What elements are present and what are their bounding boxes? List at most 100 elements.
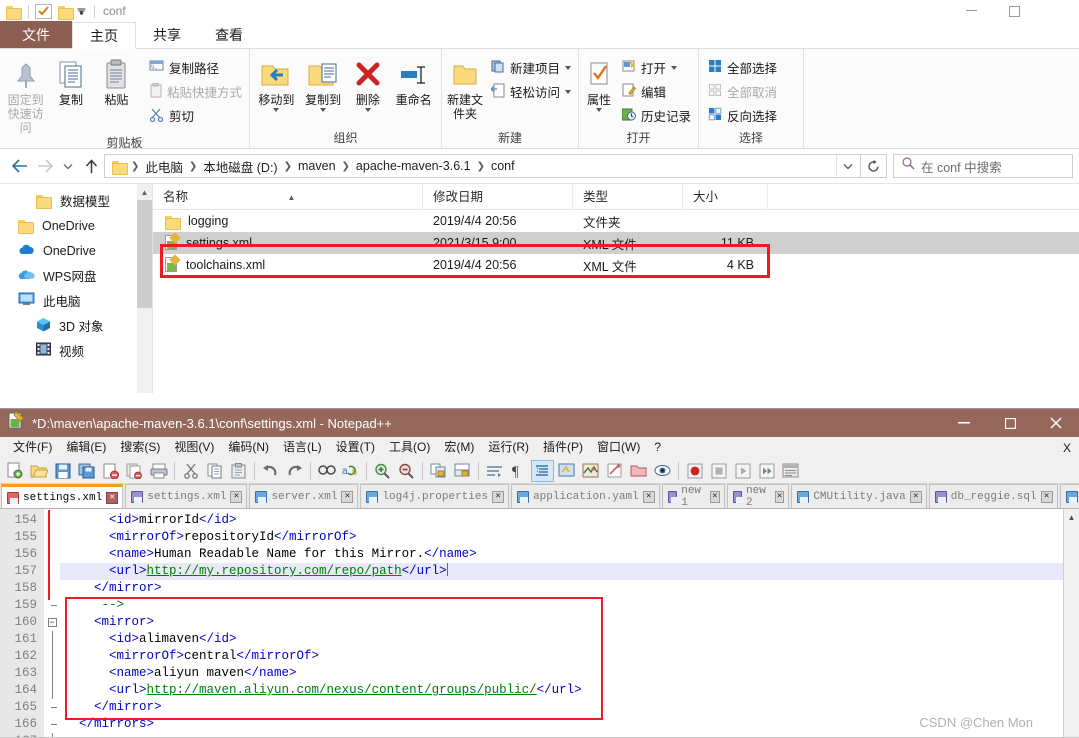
copy-path-button[interactable]: \\.. 复制路径: [146, 57, 245, 78]
column-header-size[interactable]: 大小: [683, 183, 768, 210]
code-line[interactable]: <name>Human Readable Name for this Mirro…: [60, 546, 1079, 563]
record-macro-icon[interactable]: [683, 460, 706, 482]
indent-guide-icon[interactable]: [531, 459, 554, 482]
nav-item-data-model[interactable]: 数据模型: [0, 188, 152, 213]
table-row[interactable]: logging 2019/4/4 20:56 文件夹: [153, 210, 1079, 232]
doc-map-icon[interactable]: [579, 460, 602, 482]
scroll-up-arrow-icon[interactable]: ▲: [137, 184, 152, 200]
select-all-button[interactable]: 全部选择: [705, 57, 780, 78]
forward-button[interactable]: [32, 153, 58, 179]
column-header-name[interactable]: ▲ 名称: [153, 183, 423, 210]
npp-tab-new-2[interactable]: new 2 ✕: [726, 484, 790, 508]
rename-button[interactable]: 重命名: [390, 53, 437, 107]
chevron-down-icon-5[interactable]: [565, 89, 571, 94]
nav-item-this-pc[interactable]: 此电脑: [0, 288, 152, 313]
monitor-icon[interactable]: [651, 460, 674, 482]
close-tab-icon[interactable]: ✕: [106, 491, 119, 504]
close-tab-icon[interactable]: ✕: [642, 490, 655, 503]
show-all-chars-icon[interactable]: ¶: [507, 460, 530, 482]
checkmark-icon[interactable]: [35, 3, 52, 19]
redo-icon[interactable]: [283, 460, 306, 482]
chevron-down-icon-4[interactable]: [565, 65, 571, 70]
address-dropdown-icon[interactable]: [836, 155, 858, 177]
menu-file[interactable]: 文件(F): [6, 437, 59, 458]
breadcrumb-maven[interactable]: maven: [293, 159, 341, 173]
code-line[interactable]: <mirrorOf>repositoryId</mirrorOf>: [60, 529, 1079, 546]
menu-settings[interactable]: 设置(T): [329, 437, 382, 458]
breadcrumb-conf[interactable]: conf: [486, 159, 520, 173]
code-line[interactable]: <mirror>: [60, 614, 1079, 631]
cut-icon[interactable]: [179, 460, 202, 482]
edit-button[interactable]: 编辑: [619, 81, 694, 102]
fold-marker[interactable]: −: [44, 614, 60, 631]
chevron-down-icon-3[interactable]: [364, 108, 371, 112]
history-button[interactable]: 历史记录: [619, 105, 694, 126]
refresh-button[interactable]: [861, 154, 887, 178]
breadcrumb-this-pc[interactable]: 此电脑: [140, 157, 188, 176]
search-box[interactable]: 在 conf 中搜索: [893, 154, 1073, 178]
code-line[interactable]: -->: [60, 597, 1079, 614]
menu-run[interactable]: 运行(R): [481, 437, 536, 458]
undo-icon[interactable]: [259, 460, 282, 482]
notepadpp-title-bar[interactable]: *D:\maven\apache-maven-3.6.1\conf\settin…: [0, 409, 1079, 437]
npp-tab-new-1[interactable]: new 1 ✕: [661, 484, 725, 508]
close-all-icon[interactable]: [123, 460, 146, 482]
folder-workspace-icon[interactable]: [627, 460, 650, 482]
menu-tools[interactable]: 工具(O): [382, 437, 437, 458]
scrollbar-thumb[interactable]: [137, 200, 152, 308]
tab-file[interactable]: 文件: [0, 21, 72, 48]
sync-v-scroll-icon[interactable]: [427, 460, 450, 482]
save-macro-icon[interactable]: [779, 460, 802, 482]
menu-search[interactable]: 搜索(S): [113, 437, 167, 458]
new-file-icon[interactable]: [3, 460, 26, 482]
tab-home[interactable]: 主页: [72, 22, 136, 49]
new-folder-button[interactable]: 新建文件夹: [446, 53, 484, 121]
close-file-icon[interactable]: [99, 460, 122, 482]
npp-minimize-button[interactable]: [941, 409, 987, 437]
chevron-down-icon-7[interactable]: [671, 65, 677, 70]
maximize-button[interactable]: [993, 0, 1036, 22]
breadcrumb-bar[interactable]: ❯ 此电脑 ❯ 本地磁盘 (D:) ❯ maven ❯ apache-maven…: [104, 154, 861, 178]
properties-button[interactable]: 属性: [583, 53, 615, 112]
code-folding-column[interactable]: −: [44, 509, 60, 738]
invert-selection-button[interactable]: 反向选择: [705, 105, 780, 126]
nav-item-onedrive-folder[interactable]: OneDrive: [0, 213, 152, 238]
code-line[interactable]: </mirror>: [60, 699, 1079, 716]
code-line[interactable]: </mirror>: [60, 580, 1079, 597]
minimize-button[interactable]: [950, 0, 993, 22]
pin-to-quick-access-button[interactable]: 固定到快速访问: [4, 53, 47, 135]
easy-access-button[interactable]: 轻松访问: [488, 81, 574, 102]
stop-macro-icon[interactable]: [707, 460, 730, 482]
column-header-type[interactable]: 类型: [573, 183, 683, 210]
column-header-date[interactable]: 修改日期: [423, 183, 573, 210]
user-language-icon[interactable]: [555, 460, 578, 482]
move-to-button[interactable]: 移动到: [254, 53, 299, 112]
code-editor[interactable]: 1541551561571581591601611621631641651661…: [0, 509, 1079, 738]
recent-locations-button[interactable]: [58, 153, 78, 179]
menu-encoding[interactable]: 编码(N): [221, 437, 276, 458]
nav-item-videos[interactable]: 视频: [0, 338, 152, 363]
editor-scrollbar[interactable]: ▲: [1063, 509, 1079, 738]
zoom-in-icon[interactable]: [371, 460, 394, 482]
sync-h-scroll-icon[interactable]: [451, 460, 474, 482]
word-wrap-icon[interactable]: [483, 460, 506, 482]
code-line[interactable]: <mirrorOf>central</mirrorOf>: [60, 648, 1079, 665]
save-icon[interactable]: [51, 460, 74, 482]
print-icon[interactable]: [147, 460, 170, 482]
code-line[interactable]: <id>alimaven</id>: [60, 631, 1079, 648]
code-line[interactable]: <url>http://maven.aliyun.com/nexus/conte…: [60, 682, 1079, 699]
find-icon[interactable]: [315, 460, 338, 482]
npp-tab-db-reggie-sql[interactable]: db_reggie.sql ✕: [928, 484, 1058, 508]
npp-close-button[interactable]: [1033, 409, 1079, 437]
paste-icon[interactable]: [227, 460, 250, 482]
dropdown-icon[interactable]: [74, 4, 88, 18]
npp-tab-log4j-properties[interactable]: log4j.properties ✕: [360, 484, 510, 508]
run-macro-multiple-icon[interactable]: [755, 460, 778, 482]
paste-shortcut-button[interactable]: 粘贴快捷方式: [146, 81, 245, 102]
code-line[interactable]: <id>mirrorId</id>: [60, 512, 1079, 529]
menu-macro[interactable]: 宏(M): [437, 437, 481, 458]
npp-tab-server-xml[interactable]: server.xml ✕: [249, 484, 359, 508]
code-line[interactable]: <name>aliyun maven</name>: [60, 665, 1079, 682]
select-none-button[interactable]: 全部取消: [705, 81, 780, 102]
paste-button[interactable]: 粘贴: [95, 53, 138, 107]
